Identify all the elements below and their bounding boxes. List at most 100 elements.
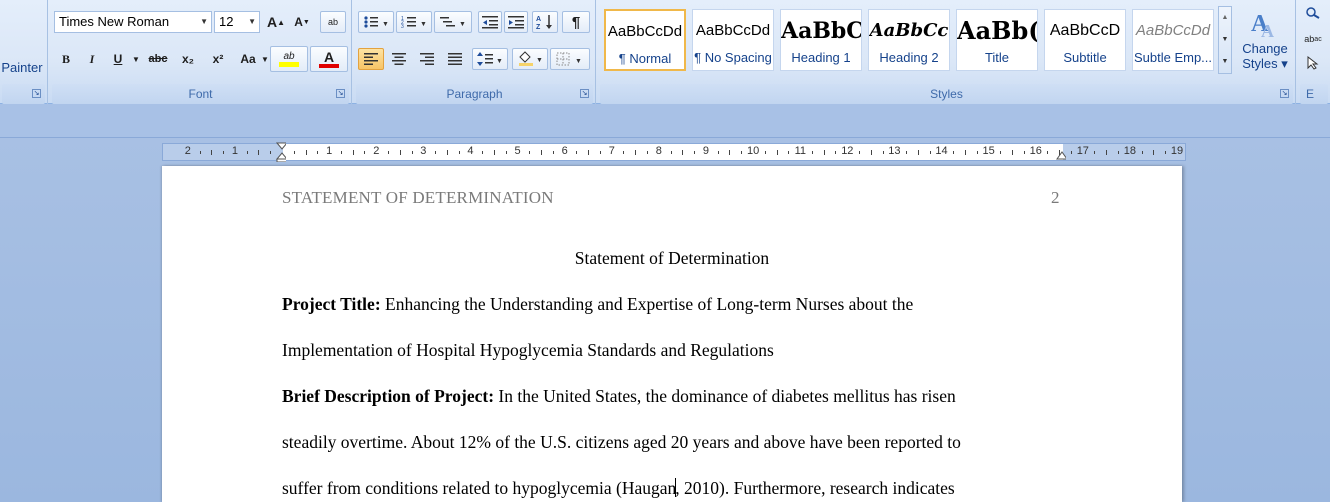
- style-name: Heading 2: [879, 50, 939, 65]
- ruler-tick: [1153, 150, 1155, 155]
- style-name: Heading 1: [791, 50, 851, 65]
- align-right-button[interactable]: [414, 48, 440, 70]
- style-title[interactable]: AaBb( Title: [956, 9, 1038, 71]
- clear-formatting-button[interactable]: ab: [320, 11, 346, 33]
- font-color-swatch: [319, 64, 339, 68]
- svg-text:A: A: [536, 16, 541, 23]
- svg-text:▼: ▼: [459, 21, 466, 28]
- italic-button[interactable]: I: [80, 48, 104, 70]
- body-line-5: suffer from conditions related to hypogl…: [282, 478, 955, 499]
- right-indent-marker[interactable]: [1056, 148, 1066, 168]
- ruler-tick: [493, 150, 495, 155]
- change-styles-icon: AA: [1251, 11, 1274, 41]
- line-spacing-icon: ▼: [477, 52, 503, 66]
- shading-button[interactable]: ▼: [512, 48, 548, 70]
- change-styles-label-2: Styles ▾: [1242, 56, 1288, 71]
- underline-button[interactable]: U: [106, 48, 130, 70]
- subscript-button[interactable]: x₂: [174, 48, 202, 70]
- justify-button[interactable]: [442, 48, 468, 70]
- ruler-tick: [246, 151, 248, 154]
- ruler-tick: [976, 151, 978, 154]
- style-heading-1[interactable]: AaBbC( Heading 1: [780, 9, 862, 71]
- paragraph-launcher-icon[interactable]: ↘: [580, 89, 589, 98]
- strikethrough-button[interactable]: abc: [144, 48, 172, 70]
- find-icon[interactable]: [1302, 4, 1324, 22]
- first-line-indent-marker[interactable]: [276, 142, 286, 162]
- style-sample: AaBb(: [957, 16, 1037, 45]
- scroll-down-icon[interactable]: ▼: [1219, 29, 1231, 51]
- svg-text:▼: ▼: [496, 58, 503, 65]
- ruler-number: 13: [888, 145, 901, 157]
- underline-dropdown-icon[interactable]: ▼: [130, 48, 142, 70]
- ruler-tick: [682, 150, 684, 155]
- font-name-value: Times New Roman: [59, 14, 170, 29]
- style-gallery-scroll[interactable]: ▲ ▼ ▼: [1218, 6, 1232, 74]
- ruler-tick: [505, 151, 507, 154]
- superscript-button[interactable]: x²: [204, 48, 232, 70]
- horizontal-ruler[interactable]: 2 1 1 2 3 4 5 6 7 8 9 10 11 12 13 14 15 16 17 18 19: [162, 142, 1186, 162]
- select-arrow-icon[interactable]: [1302, 54, 1324, 72]
- ruler-tick: [717, 151, 719, 154]
- sort-icon: AZ: [536, 15, 552, 30]
- style-heading-2[interactable]: AaBbCc Heading 2: [868, 9, 950, 71]
- ruler-tick: [1047, 151, 1049, 154]
- font-launcher-icon[interactable]: ↘: [336, 89, 345, 98]
- align-center-button[interactable]: [386, 48, 412, 70]
- ruler-tick: [917, 150, 919, 155]
- style-sample: AaBbCcD: [1049, 22, 1121, 39]
- svg-text:▼: ▼: [420, 21, 427, 28]
- ruler-number: 15: [982, 145, 995, 157]
- styles-group: AaBbCcDd ¶ Normal AaBbCcDd ¶ No Spacing …: [598, 0, 1296, 104]
- ruler-tick: [835, 151, 837, 154]
- ruler-tick: [1070, 151, 1072, 154]
- styles-launcher-icon[interactable]: ↘: [1280, 89, 1289, 98]
- change-case-dropdown-icon[interactable]: ▼: [260, 48, 270, 70]
- ruler-tick: [364, 151, 366, 154]
- sort-button[interactable]: AZ: [532, 11, 558, 33]
- style-no-spacing[interactable]: AaBbCcDd ¶ No Spacing: [692, 9, 774, 71]
- ruler-tick: [305, 150, 307, 155]
- borders-button[interactable]: ▼: [550, 48, 590, 70]
- grow-font-button[interactable]: A ▲: [264, 11, 288, 33]
- description-line: Brief Description of Project: In the Uni…: [282, 386, 956, 407]
- ruler-number: 4: [467, 145, 474, 157]
- ruler-number: 11: [794, 145, 807, 157]
- change-styles-button[interactable]: AA Change Styles ▾: [1238, 4, 1292, 82]
- style-subtle-emphasis[interactable]: AaBbCcDd Subtle Emp...: [1132, 9, 1214, 71]
- ruler-number: 9: [702, 145, 710, 157]
- ruler-tick: [529, 151, 531, 154]
- line-spacing-button[interactable]: ▼: [472, 48, 508, 70]
- ruler-number: 6: [561, 145, 568, 157]
- numbering-button[interactable]: 1 2 3 ▼: [396, 11, 432, 33]
- scroll-up-icon[interactable]: ▲: [1219, 7, 1231, 29]
- style-normal[interactable]: AaBbCcDd ¶ Normal: [604, 9, 686, 71]
- ruler-tick: [1059, 150, 1061, 155]
- increase-indent-button[interactable]: [504, 11, 528, 33]
- decrease-indent-button[interactable]: [478, 11, 502, 33]
- highlight-button[interactable]: ab: [270, 46, 308, 72]
- bullets-button[interactable]: ▼: [358, 11, 394, 33]
- change-case-button[interactable]: Aa: [234, 48, 262, 70]
- replace-icon[interactable]: ab ac: [1302, 30, 1324, 48]
- shrink-font-button[interactable]: A ▼: [290, 11, 314, 33]
- style-sample: AaBbCcDd: [1135, 22, 1211, 39]
- format-painter-button[interactable]: Painter: [0, 56, 44, 78]
- ruler-tick: [964, 150, 966, 155]
- style-subtitle[interactable]: AaBbCcD Subtitle: [1044, 9, 1126, 71]
- align-left-button[interactable]: [358, 48, 384, 70]
- bold-button[interactable]: B: [54, 48, 78, 70]
- font-color-button[interactable]: A: [310, 46, 348, 72]
- description-label: Brief Description of Project:: [282, 386, 495, 406]
- font-name-combo[interactable]: Times New Roman ▼: [54, 11, 212, 33]
- ruler-number: 8: [655, 145, 662, 157]
- workspace-strip: [0, 104, 1330, 138]
- chevron-down-icon[interactable]: ▼: [248, 12, 256, 32]
- ruler-tick: [635, 150, 637, 155]
- clipboard-launcher-icon[interactable]: ↘: [32, 89, 41, 98]
- document-page[interactable]: STATEMENT OF DETERMINATION 2 Statement o…: [162, 166, 1182, 502]
- font-size-combo[interactable]: 12 ▼: [214, 11, 260, 33]
- show-formatting-marks-button[interactable]: ¶: [562, 11, 590, 33]
- multilevel-list-button[interactable]: ▼: [434, 11, 472, 33]
- chevron-down-icon[interactable]: ▼: [200, 12, 208, 32]
- more-styles-icon[interactable]: ▼: [1219, 51, 1231, 73]
